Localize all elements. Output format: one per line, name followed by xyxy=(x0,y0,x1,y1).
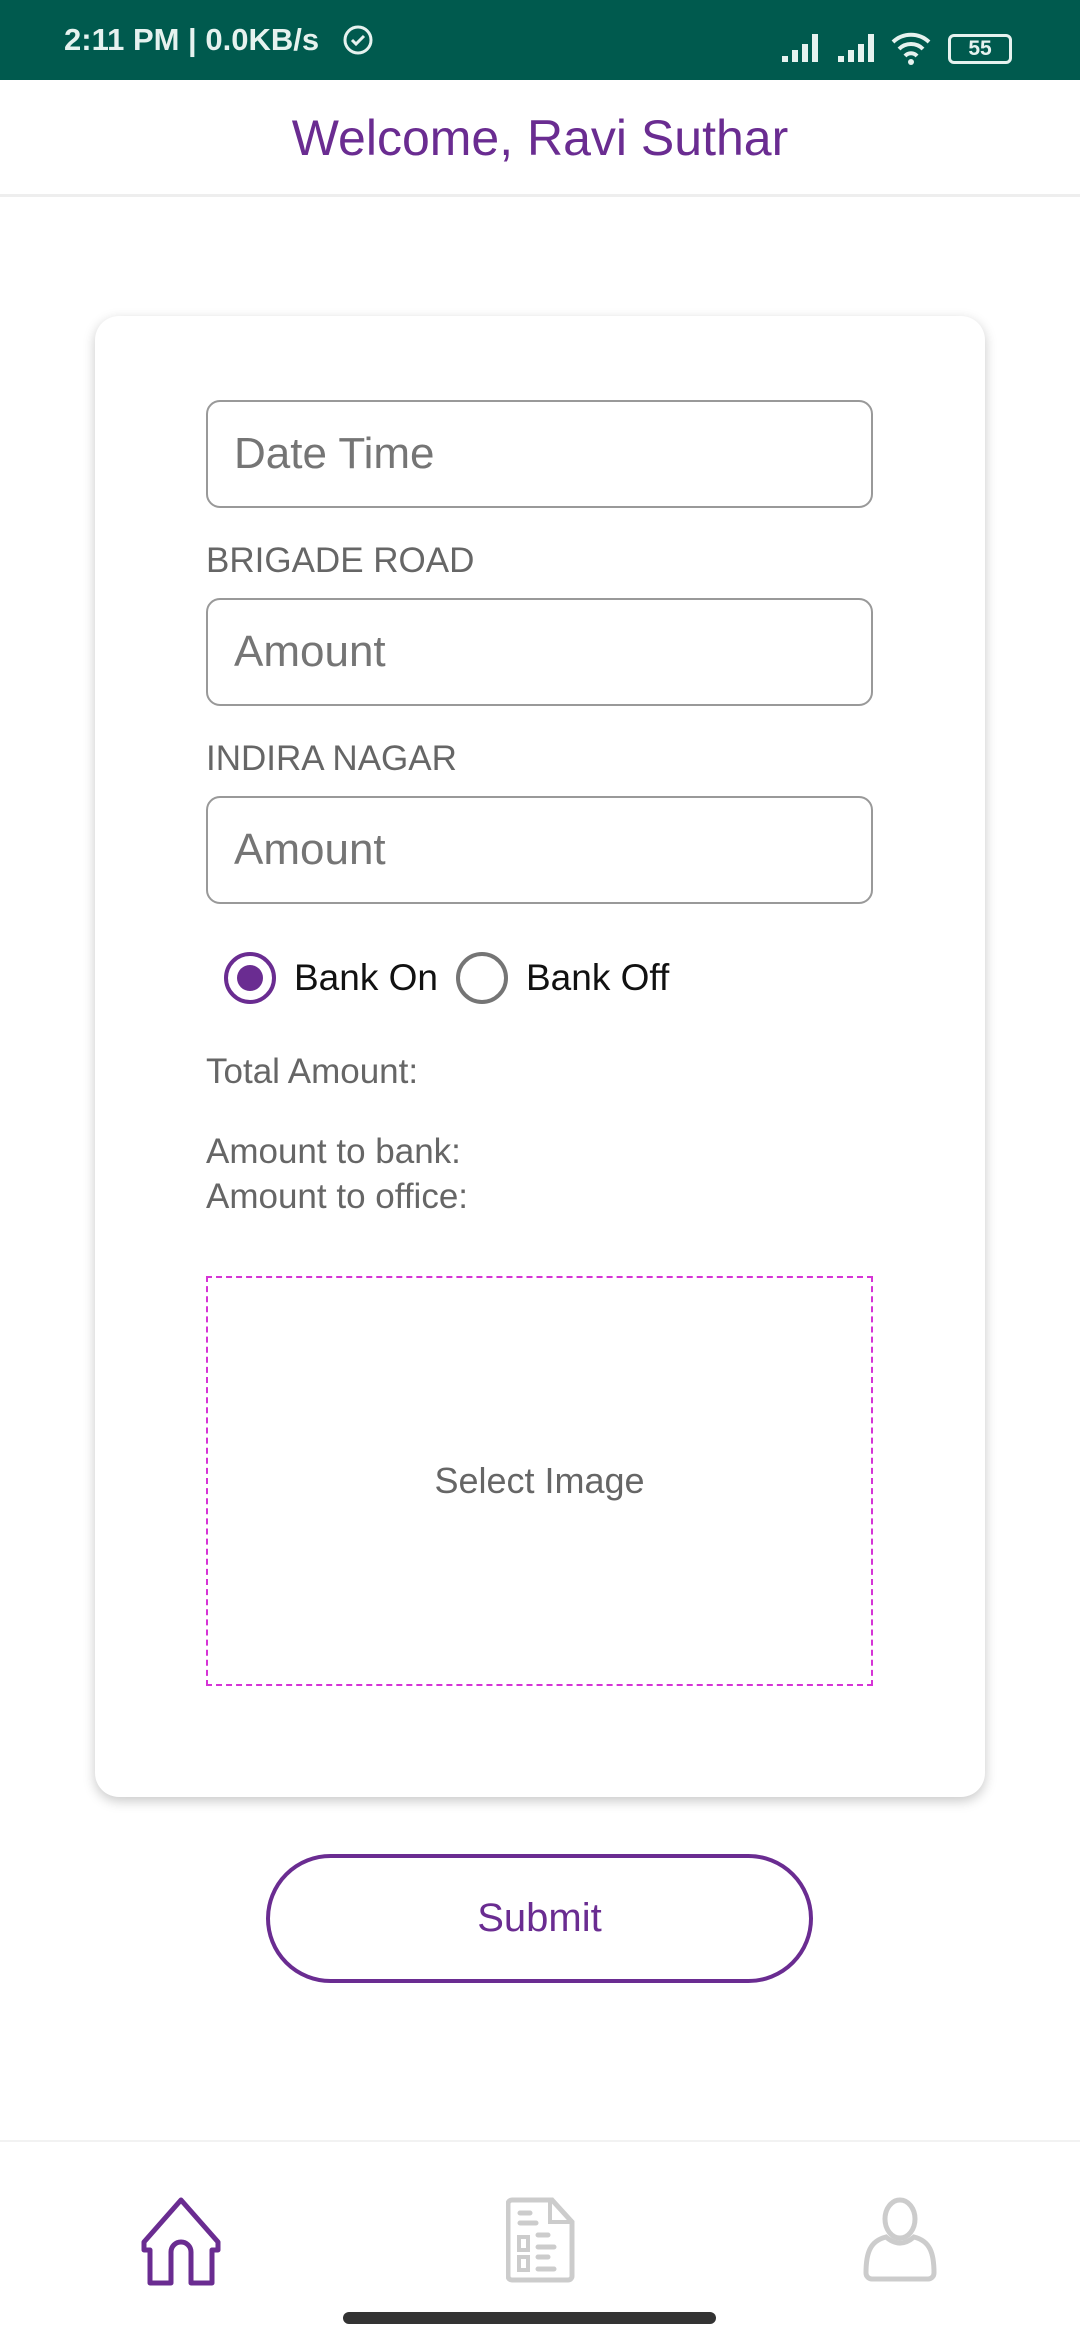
radio-bank-off[interactable]: Bank Off xyxy=(456,952,669,1004)
radio-bank-on[interactable]: Bank On xyxy=(224,952,438,1004)
home-icon[interactable] xyxy=(136,2197,226,2287)
select-image-box[interactable]: Select Image xyxy=(206,1276,873,1686)
amount-to-office: Amount to office: xyxy=(206,1177,469,1216)
brigade-amount-input[interactable] xyxy=(206,598,873,706)
signal-icon xyxy=(782,34,818,62)
status-bar: 2:11 PM | 0.0KB/s 55 xyxy=(0,0,1080,80)
document-icon[interactable] xyxy=(506,2197,576,2283)
signal-icon xyxy=(838,34,874,62)
datetime-input[interactable] xyxy=(206,400,873,508)
brigade-road-label: BRIGADE ROAD xyxy=(206,541,475,580)
battery-level: 55 xyxy=(968,37,992,60)
wifi-icon xyxy=(891,32,931,65)
status-time: 2:11 PM | 0.0KB/s xyxy=(64,22,320,57)
select-image-label: Select Image xyxy=(434,1460,645,1501)
bottom-nav xyxy=(0,2140,1080,2340)
bank-off-label: Bank Off xyxy=(526,957,670,998)
user-icon[interactable] xyxy=(860,2197,940,2283)
indira-amount-input[interactable] xyxy=(206,796,873,904)
bank-on-label: Bank On xyxy=(294,957,438,998)
alarm-icon xyxy=(343,25,373,55)
submit-button[interactable]: Submit xyxy=(266,1854,813,1983)
radio-checked-icon[interactable] xyxy=(224,952,276,1004)
amount-to-bank: Amount to bank: xyxy=(206,1132,461,1171)
radio-unchecked-icon[interactable] xyxy=(456,952,508,1004)
indira-nagar-label: INDIRA NAGAR xyxy=(206,739,457,778)
battery-icon: 55 xyxy=(948,34,1012,64)
home-indicator[interactable] xyxy=(343,2312,716,2324)
app-header: Welcome, Ravi Suthar xyxy=(0,80,1080,197)
page-title: Welcome, Ravi Suthar xyxy=(291,110,789,166)
total-amount: Total Amount: xyxy=(206,1052,419,1091)
